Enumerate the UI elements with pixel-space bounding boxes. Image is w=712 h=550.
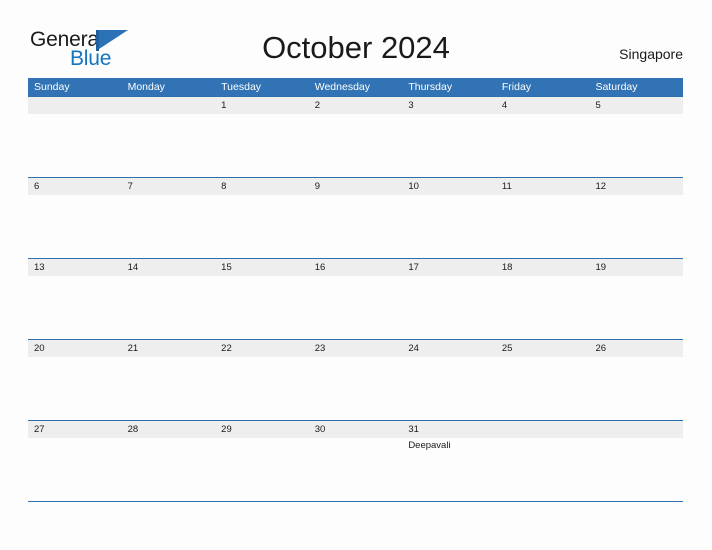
day-number: 28 [127,424,139,435]
day-cell[interactable]: 29 [215,421,309,502]
day-cell[interactable]: 6 [28,178,122,259]
day-number: 6 [34,181,40,192]
day-cell[interactable]: 19 [589,259,683,340]
week-row: 13 14 15 16 17 18 19 [28,258,683,339]
day-number: 1 [221,100,227,111]
page-title: October 2024 [262,30,450,65]
week-cells: 27 28 29 30 31 Deepavali [28,421,683,502]
week-row: 1 2 3 4 5 [28,96,683,177]
day-cell[interactable]: 16 [309,259,403,340]
day-cell[interactable]: 5 [589,97,683,178]
calendar-grid: Sunday Monday Tuesday Wednesday Thursday… [28,78,683,502]
day-number: 23 [314,343,326,354]
day-cell[interactable]: 31 Deepavali [402,421,496,502]
day-number [502,421,590,438]
day-number: 20 [34,343,45,354]
day-cell[interactable]: 10 [402,178,496,259]
day-number: 10 [408,181,419,192]
day-cell[interactable] [28,97,122,178]
day-cell[interactable]: 4 [496,97,590,178]
week-row: 27 28 29 30 31 Deepavali [28,420,683,501]
day-cell[interactable]: 2 [309,97,403,178]
week-cells: 1 2 3 4 5 [28,97,683,178]
weekday-saturday: Saturday [595,81,638,93]
day-cell[interactable]: 27 [28,421,122,502]
day-cell[interactable]: 18 [496,259,590,340]
day-number: 18 [501,262,513,273]
day-number: 25 [501,343,513,354]
day-number: 13 [34,262,45,273]
weekday-sunday: Sunday [34,81,70,93]
weekday-thursday: Thursday [408,81,453,93]
region-label: Singapore [619,46,683,62]
day-number: 7 [127,181,133,192]
weekday-friday: Friday [501,81,532,93]
day-cell[interactable]: 13 [28,259,122,340]
day-cell[interactable]: 15 [215,259,309,340]
weekday-header-row: Sunday Monday Tuesday Wednesday Thursday… [28,78,683,96]
day-number: 16 [314,262,326,273]
day-number: 24 [408,343,419,354]
day-cell[interactable]: 12 [589,178,683,259]
day-number: 19 [595,262,607,273]
day-number: 31 [408,424,419,435]
page-header: General Blue October 2024 Singapore [0,0,712,78]
day-cell[interactable] [589,421,683,502]
day-cell[interactable]: 11 [496,178,590,259]
day-cell[interactable]: 22 [215,340,309,421]
day-cell[interactable]: 24 [402,340,496,421]
day-cell[interactable]: 20 [28,340,122,421]
day-number: 3 [408,100,414,111]
day-number: 15 [221,262,232,273]
day-cell[interactable]: 28 [122,421,216,502]
day-cell[interactable]: 1 [215,97,309,178]
weekday-wednesday: Wednesday [314,81,370,93]
week-cells: 6 7 8 9 10 11 12 [28,178,683,259]
day-cell[interactable]: 17 [402,259,496,340]
day-cell[interactable]: 8 [215,178,309,259]
day-number: 29 [221,424,232,435]
weekday-tuesday: Tuesday [221,81,262,93]
day-cell[interactable] [496,421,590,502]
day-number [34,97,122,114]
day-number: 14 [127,262,139,273]
week-cells: 13 14 15 16 17 18 19 [28,259,683,340]
day-cell[interactable] [122,97,216,178]
day-number [595,421,683,438]
day-cell[interactable]: 21 [122,340,216,421]
day-cell[interactable]: 26 [589,340,683,421]
day-number: 12 [595,181,607,192]
day-number: 9 [314,181,321,192]
day-number: 2 [314,100,321,111]
holiday-label: Deepavali [408,440,451,451]
day-cell[interactable]: 25 [496,340,590,421]
day-number: 17 [408,262,419,273]
day-number [128,97,216,114]
day-number: 21 [127,343,139,354]
day-cell[interactable]: 23 [309,340,403,421]
week-cells: 20 21 22 23 24 25 26 [28,340,683,421]
calendar-page: General Blue October 2024 Singapore Sund… [0,0,712,550]
day-number: 22 [221,343,232,354]
weekday-monday: Monday [127,81,165,93]
week-row: 20 21 22 23 24 25 26 [28,339,683,420]
day-number: 5 [595,100,601,111]
day-number: 11 [501,181,512,192]
day-number: 27 [34,424,45,435]
day-cell[interactable]: 9 [309,178,403,259]
day-number: 30 [314,424,326,435]
day-number: 26 [595,343,607,354]
day-number: 4 [501,100,508,111]
day-cell[interactable]: 7 [122,178,216,259]
day-cell[interactable]: 30 [309,421,403,502]
day-number: 8 [221,181,227,192]
day-cell[interactable]: 14 [122,259,216,340]
week-row: 6 7 8 9 10 11 12 [28,177,683,258]
day-cell[interactable]: 3 [402,97,496,178]
